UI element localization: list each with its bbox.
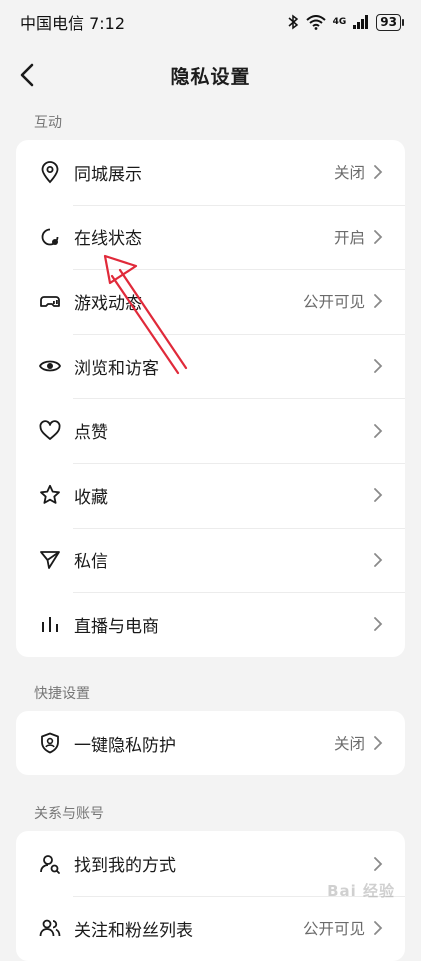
setting-label: 在线状态 xyxy=(74,229,142,250)
setting-value: 关闭 xyxy=(333,735,365,754)
setting-row-messages[interactable]: 私信 xyxy=(16,527,405,593)
bluetooth-icon xyxy=(287,14,299,30)
setting-label: 浏览和访客 xyxy=(74,358,159,379)
setting-row-same-city[interactable]: 同城展示 关闭 xyxy=(16,140,405,205)
section-label-interaction: 互动 xyxy=(34,115,62,131)
setting-row-follow-fans-list[interactable]: 关注和粉丝列表 公开可见 xyxy=(16,895,405,961)
nav-bar: 隐私设置 xyxy=(0,44,421,106)
online-status-icon xyxy=(38,225,62,249)
send-icon xyxy=(38,548,62,572)
quick-settings-card: 一键隐私防护 关闭 xyxy=(16,710,405,776)
setting-label: 游戏动态 xyxy=(74,293,142,314)
chevron-right-icon xyxy=(371,164,385,180)
location-pin-icon xyxy=(38,160,62,184)
section-label-quick-settings: 快捷设置 xyxy=(34,685,90,702)
setting-row-online-status[interactable]: 在线状态 开启 xyxy=(16,204,405,270)
heart-icon xyxy=(38,419,62,443)
status-bar: 中国电信 7:12 4G 93 xyxy=(0,0,421,44)
setting-label: 私信 xyxy=(74,552,108,573)
find-user-icon xyxy=(38,852,62,876)
shield-user-icon xyxy=(38,731,62,755)
status-icons: 4G 93 xyxy=(287,13,404,31)
wifi-icon xyxy=(305,14,326,30)
chevron-right-icon xyxy=(371,229,385,245)
setting-row-game-activity[interactable]: 游戏动态 公开可见 xyxy=(16,269,405,334)
setting-label: 同城展示 xyxy=(74,164,142,185)
setting-row-live-ecommerce[interactable]: 直播与电商 xyxy=(16,592,405,657)
battery-level: 93 xyxy=(376,13,404,31)
setting-label: 关注和粉丝列表 xyxy=(74,920,193,941)
gamepad-icon xyxy=(38,289,62,313)
section-label-relations-account: 关系与账号 xyxy=(34,806,104,823)
page-title: 隐私设置 xyxy=(170,65,251,88)
eye-icon xyxy=(38,354,62,378)
chevron-right-icon xyxy=(371,856,385,872)
signal-icon xyxy=(353,15,369,29)
chevron-right-icon xyxy=(371,293,385,309)
bar-chart-icon xyxy=(38,612,62,636)
carrier-time: 中国电信 7:12 xyxy=(20,14,126,33)
setting-label: 一键隐私防护 xyxy=(74,735,176,756)
chevron-right-icon xyxy=(371,920,385,936)
users-icon xyxy=(38,916,62,940)
setting-row-privacy-protection[interactable]: 一键隐私防护 关闭 xyxy=(16,711,405,776)
setting-row-browse-visitors[interactable]: 浏览和访客 xyxy=(16,333,405,399)
setting-row-likes[interactable]: 点赞 xyxy=(16,398,405,463)
setting-label: 直播与电商 xyxy=(74,616,159,637)
chevron-right-icon xyxy=(371,358,385,374)
chevron-right-icon xyxy=(371,423,385,439)
back-icon[interactable] xyxy=(14,60,44,90)
chevron-right-icon xyxy=(371,616,385,632)
setting-value: 公开可见 xyxy=(302,293,365,312)
setting-label: 收藏 xyxy=(74,487,108,508)
setting-label: 点赞 xyxy=(74,423,108,444)
chevron-right-icon xyxy=(371,487,385,503)
setting-row-favorites[interactable]: 收藏 xyxy=(16,462,405,528)
signal-label: 4G xyxy=(332,17,347,27)
chevron-right-icon xyxy=(371,735,385,751)
setting-value: 关闭 xyxy=(333,164,365,183)
setting-label: 找到我的方式 xyxy=(74,856,176,877)
watermark: Bai 经验 xyxy=(327,882,395,900)
setting-value: 开启 xyxy=(333,228,365,247)
chevron-right-icon xyxy=(371,552,385,568)
star-icon xyxy=(38,483,62,507)
interaction-settings-card: 同城展示 关闭 在线状态 开启 游戏动态 公开可见 浏览和访客 点赞 收藏 私信… xyxy=(16,140,405,657)
